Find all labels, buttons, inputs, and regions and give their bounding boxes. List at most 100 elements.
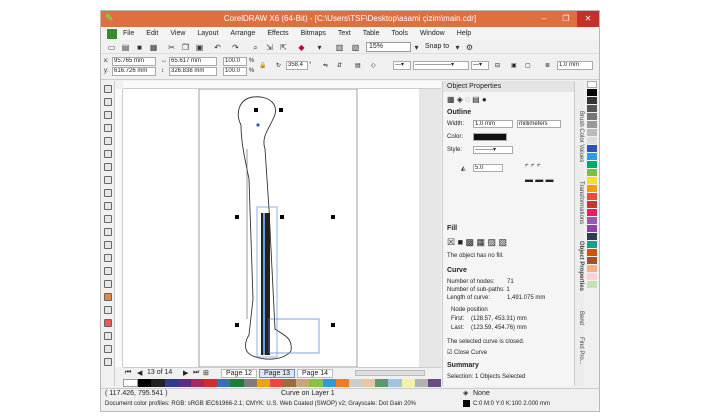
smart-fill-tool-icon[interactable]	[104, 150, 112, 158]
chevron-down-icon[interactable]: ▾	[412, 43, 421, 52]
restore-button[interactable]: ❐	[555, 11, 577, 27]
transparency-tool-icon[interactable]	[104, 280, 112, 288]
outline-width-input[interactable]: 1.0 mm	[473, 120, 513, 128]
swatch[interactable]	[164, 379, 178, 387]
copy-icon[interactable]: ❐	[181, 43, 190, 52]
scale-width-field[interactable]: 100.0	[223, 57, 247, 66]
application-launcher-icon[interactable]: ▾	[315, 43, 324, 52]
fill-tool-icon[interactable]	[104, 319, 112, 327]
mesh-fill-tool-icon[interactable]	[104, 358, 112, 366]
close-curve-checkbox[interactable]: ☑ Close Curve	[447, 349, 487, 356]
swatch[interactable]	[243, 379, 257, 387]
import-icon[interactable]: ⇲	[265, 43, 274, 52]
options-icon[interactable]: ⚙	[465, 43, 474, 52]
swatch[interactable]	[322, 379, 336, 387]
swatch[interactable]	[587, 265, 597, 272]
swatch[interactable]	[587, 113, 597, 120]
swatch[interactable]	[414, 379, 428, 387]
swatch[interactable]	[375, 379, 389, 387]
swatch[interactable]	[587, 201, 597, 208]
menu-arrange[interactable]: Arrange	[230, 30, 255, 37]
swatch[interactable]	[587, 225, 597, 232]
menu-view[interactable]: View	[170, 30, 185, 37]
fill-section-header[interactable]: Fill	[447, 225, 457, 232]
zoom-level-select[interactable]: 15%	[366, 42, 411, 52]
swatch[interactable]	[269, 379, 284, 387]
outline-width-field[interactable]: 1.0 mm	[557, 61, 593, 70]
x-position-field[interactable]: 95.765 mm	[112, 57, 156, 66]
rectangle-tool-icon[interactable]	[104, 163, 112, 171]
menu-text[interactable]: Text	[338, 30, 351, 37]
swatch[interactable]	[587, 97, 597, 104]
menu-layout[interactable]: Layout	[197, 30, 218, 37]
connector-tool-icon[interactable]	[104, 254, 112, 262]
outline-style-select[interactable]: ———▾	[473, 146, 513, 154]
eyedropper-tool-icon[interactable]	[104, 293, 112, 301]
line-cap-icons[interactable]: ▬ ▬ ▬	[525, 175, 553, 184]
print-icon[interactable]: ▦	[149, 43, 158, 52]
swatch[interactable]	[256, 379, 270, 387]
next-page-icon[interactable]: ▶	[183, 369, 188, 377]
cut-icon[interactable]: ✂	[167, 43, 176, 52]
swatch[interactable]	[151, 379, 165, 387]
swatch[interactable]	[388, 379, 402, 387]
drawing-canvas[interactable]	[123, 88, 441, 368]
table-tool-icon[interactable]	[104, 228, 112, 236]
text-tool-icon[interactable]	[104, 215, 112, 223]
tab-page-14[interactable]: Page 14	[297, 369, 334, 378]
swatch[interactable]	[587, 209, 597, 216]
shape-tool-icon[interactable]	[104, 98, 112, 106]
tab-transformations[interactable]: Transformations	[576, 181, 584, 224]
menu-effects[interactable]: Effects	[267, 30, 288, 37]
close-path-icon[interactable]: ◇	[371, 62, 376, 69]
save-icon[interactable]: ■	[135, 43, 144, 52]
object-width-field[interactable]: 65.617 mm	[169, 57, 217, 66]
swatch[interactable]	[587, 145, 597, 152]
swatch[interactable]	[587, 169, 597, 176]
corner-style-icons[interactable]: ⌜ ⌜ ⌜	[525, 163, 541, 172]
swatch[interactable]	[296, 379, 310, 387]
swatch[interactable]	[587, 89, 597, 96]
swatch[interactable]	[587, 129, 597, 136]
minimize-button[interactable]: –	[533, 11, 555, 27]
tab-object-properties[interactable]: Object Properties	[576, 241, 584, 291]
tab-brush-color-values[interactable]: Brush Color Values	[576, 111, 584, 162]
paste-icon[interactable]: ▣	[195, 43, 204, 52]
swatch[interactable]	[587, 121, 597, 128]
swatch[interactable]	[587, 137, 597, 144]
swatch[interactable]	[177, 379, 191, 387]
tab-bend[interactable]: Bend	[576, 311, 584, 325]
convert-outline-icon[interactable]: ⊟	[495, 62, 500, 69]
outline-section-header[interactable]: Outline	[447, 109, 471, 116]
interactive-fill-tool-icon[interactable]	[104, 332, 112, 340]
outline-color-picker[interactable]	[473, 133, 507, 141]
swatch[interactable]	[309, 379, 323, 387]
swatch-none[interactable]	[123, 379, 139, 387]
to-back-icon[interactable]: ▢	[525, 62, 531, 69]
swatch[interactable]	[587, 233, 597, 240]
last-page-icon[interactable]: ⏭	[193, 369, 199, 377]
blend-tool-icon[interactable]	[104, 267, 112, 275]
swatch[interactable]	[587, 281, 597, 288]
scale-height-field[interactable]: 100.0	[223, 67, 247, 76]
y-position-field[interactable]: 616.726 mm	[112, 67, 156, 76]
menu-table[interactable]: Table	[363, 30, 380, 37]
swatch[interactable]	[362, 379, 376, 387]
end-arrowhead-select[interactable]: —▾	[471, 61, 489, 70]
tab-page-13[interactable]: Page 13	[259, 369, 296, 378]
first-page-icon[interactable]: ⏮	[125, 369, 131, 377]
close-button[interactable]: ✕	[577, 11, 599, 27]
to-front-icon[interactable]: ▣	[511, 62, 517, 69]
swatch[interactable]	[587, 153, 597, 160]
line-style-select[interactable]: ——————▾	[413, 61, 469, 70]
swatch[interactable]	[283, 379, 297, 387]
tab-find-pro[interactable]: Find Pro...	[576, 337, 584, 365]
publish-pdf-icon[interactable]: ◆	[297, 43, 306, 52]
smart-fill-icon[interactable]	[104, 345, 112, 353]
menu-bitmaps[interactable]: Bitmaps	[301, 30, 326, 37]
polygon-tool-icon[interactable]	[104, 189, 112, 197]
swatch[interactable]	[587, 105, 597, 112]
swatch[interactable]	[335, 379, 349, 387]
outline-units-select[interactable]: millimeters	[517, 120, 561, 128]
menu-help[interactable]: Help	[457, 30, 471, 37]
